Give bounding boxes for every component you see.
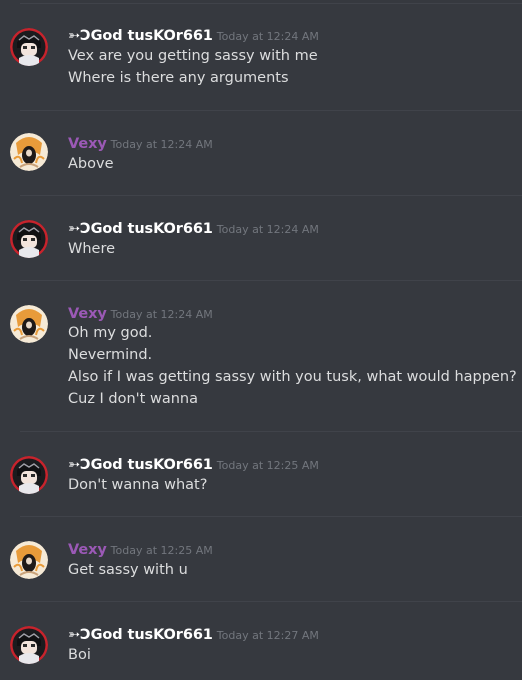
message-group: Vexy Today at 12:24 AM Above	[0, 133, 522, 178]
message-header: ➳ƆGod tusKOr661 Today at 12:25 AM	[68, 455, 319, 475]
message-text: Cuz I don't wanna	[68, 391, 198, 407]
message-header: ➳ƆGod tusKOr661 Today at 12:24 AM	[68, 26, 319, 46]
message-text: Vex are you getting sassy with me	[68, 48, 318, 64]
username[interactable]: ➳ƆGod tusKOr661	[68, 28, 213, 44]
message-header: ➳ƆGod tusKOr661 Today at 12:24 AM	[68, 219, 319, 239]
message-text: Get sassy with u	[68, 562, 188, 578]
chat-message-list: ➳ƆGod tusKOr661 Today at 12:24 AM Vex are…	[0, 0, 522, 680]
message-text: Where is there any arguments	[68, 70, 289, 86]
timestamp[interactable]: Today at 12:24 AM	[217, 223, 319, 236]
username[interactable]: Vexy	[68, 136, 107, 152]
username[interactable]: Vexy	[68, 306, 107, 322]
message-text: Above	[68, 156, 114, 172]
message-text: Don't wanna what?	[68, 477, 208, 493]
divider	[20, 431, 522, 432]
timestamp[interactable]: Today at 12:24 AM	[217, 30, 319, 43]
message-header: Vexy Today at 12:24 AM	[68, 304, 213, 324]
vexy-avatar-icon[interactable]	[10, 133, 48, 171]
message-header: Vexy Today at 12:24 AM	[68, 134, 213, 154]
message-text: Boi	[68, 647, 91, 663]
message-group: Vexy Today at 12:24 AM Oh my god. Nevermi…	[0, 303, 522, 413]
message-group: ➳ƆGod tusKOr661 Today at 12:24 AM Where	[0, 218, 522, 263]
message-group: ➳ƆGod tusKOr661 Today at 12:24 AM Vex are…	[0, 25, 522, 86]
username[interactable]: ➳ƆGod tusKOr661	[68, 221, 213, 237]
username[interactable]: ➳ƆGod tusKOr661	[68, 627, 213, 643]
message-text: Oh my god.	[68, 325, 153, 341]
timestamp[interactable]: Today at 12:25 AM	[217, 459, 319, 472]
divider	[20, 3, 522, 4]
divider	[20, 195, 522, 196]
username[interactable]: Vexy	[68, 542, 107, 558]
vexy-avatar-icon[interactable]	[10, 541, 48, 579]
message-text: Also if I was getting sassy with you tus…	[68, 369, 517, 385]
timestamp[interactable]: Today at 12:24 AM	[111, 308, 213, 321]
timestamp[interactable]: Today at 12:27 AM	[217, 629, 319, 642]
message-group: ➳ƆGod tusKOr661 Today at 12:25 AM Don't w…	[0, 454, 522, 499]
timestamp[interactable]: Today at 12:25 AM	[111, 544, 213, 557]
divider	[20, 516, 522, 517]
message-group: ➳ƆGod tusKOr661 Today at 12:27 AM Boi	[0, 624, 522, 669]
divider	[20, 110, 522, 111]
vexy-avatar-icon[interactable]	[10, 305, 48, 343]
message-header: ➳ƆGod tusKOr661 Today at 12:27 AM	[68, 625, 319, 645]
tusk-avatar-icon[interactable]	[10, 456, 48, 494]
message-header: Vexy Today at 12:25 AM	[68, 540, 213, 560]
username[interactable]: ➳ƆGod tusKOr661	[68, 457, 213, 473]
message-text: Where	[68, 241, 116, 257]
message-group: Vexy Today at 12:25 AM Get sassy with u	[0, 539, 522, 584]
message-text: Nevermind.	[68, 347, 153, 363]
tusk-avatar-icon[interactable]	[10, 220, 48, 258]
timestamp[interactable]: Today at 12:24 AM	[111, 138, 213, 151]
tusk-avatar-icon[interactable]	[10, 28, 48, 66]
divider	[20, 601, 522, 602]
divider	[20, 280, 522, 281]
tusk-avatar-icon[interactable]	[10, 626, 48, 664]
